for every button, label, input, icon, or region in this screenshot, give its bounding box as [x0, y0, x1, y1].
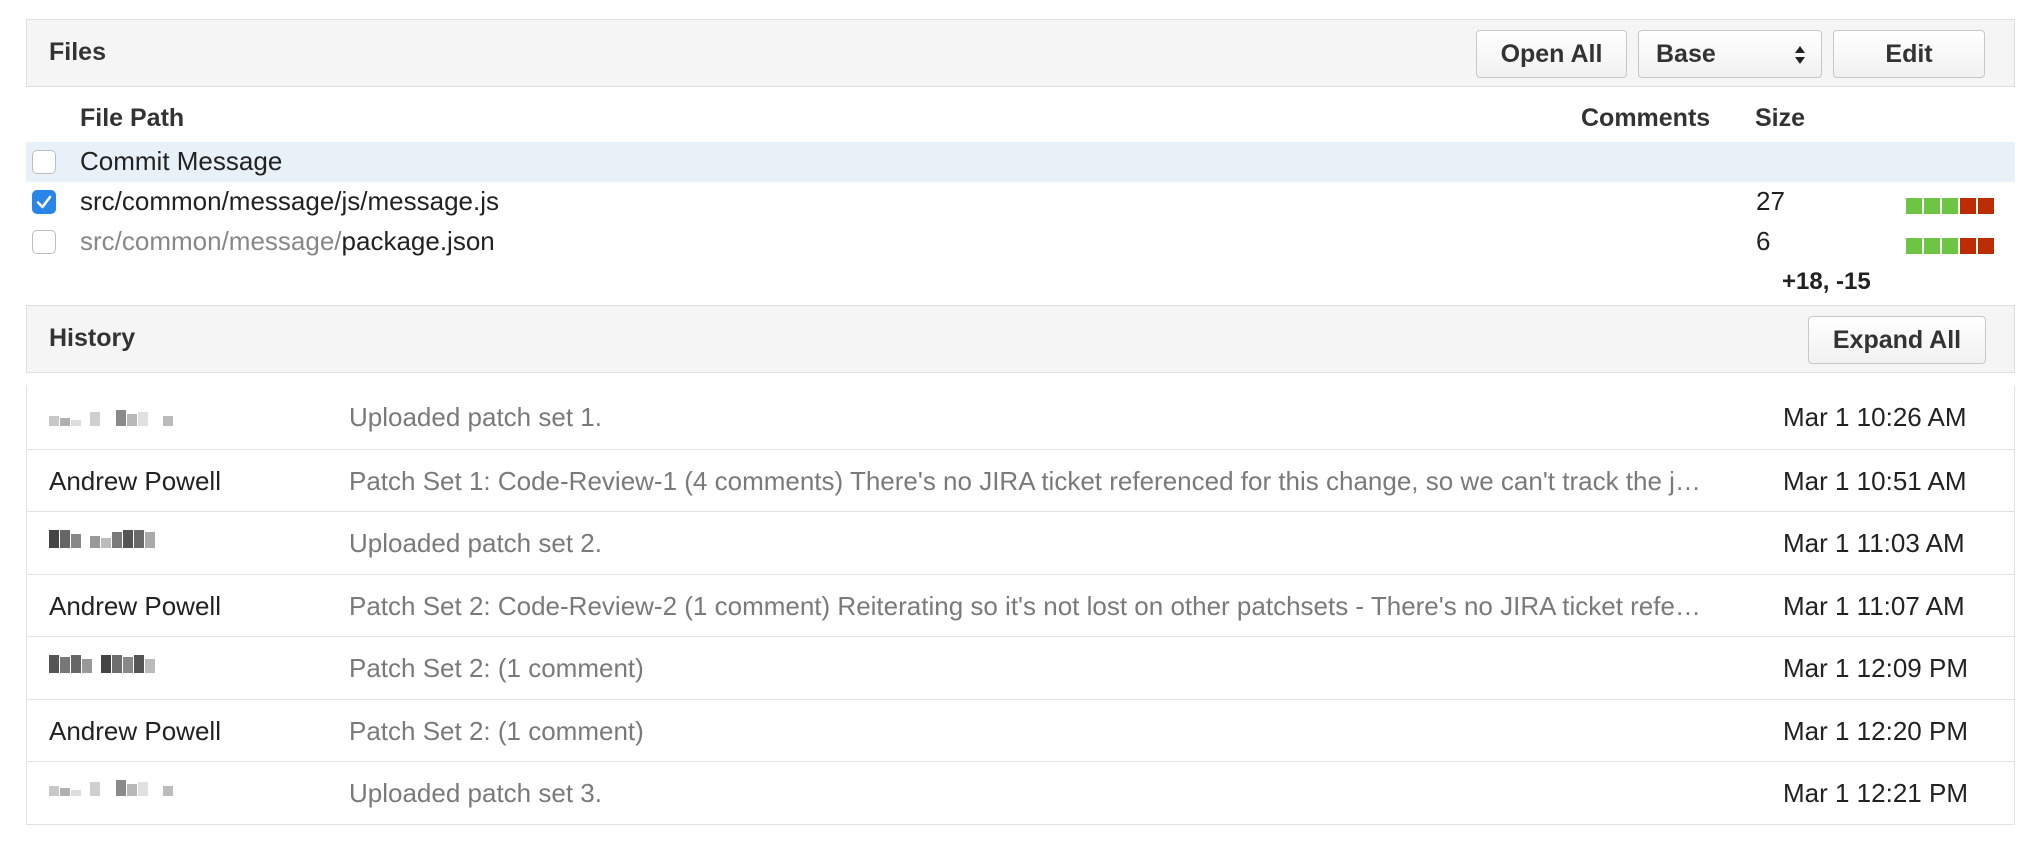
history-date: Mar 1 10:26 AM	[1783, 402, 1967, 432]
size-bar	[1906, 238, 1994, 254]
base-select[interactable]: Base	[1638, 30, 1822, 78]
history-author: Andrew Powell	[49, 590, 221, 621]
history-author: Andrew Powell	[49, 465, 221, 496]
file-name: Commit Message	[80, 146, 283, 176]
history-date: Mar 1 12:20 PM	[1783, 715, 1968, 746]
history-row[interactable]: Andrew Powell Patch Set 2: Code-Review-2…	[27, 573, 2014, 637]
history-date: Mar 1 11:03 AM	[1783, 528, 1965, 558]
file-path[interactable]: Commit Message	[80, 146, 282, 177]
files-header: Files Open All Base Edit	[26, 19, 2015, 87]
history-header: History Expand All	[26, 305, 2015, 373]
open-all-button[interactable]: Open All	[1476, 30, 1627, 78]
redacted-author	[49, 530, 155, 548]
history-message: Uploaded patch set 1.	[349, 402, 602, 432]
expand-all-button[interactable]: Expand All	[1808, 316, 1986, 364]
history-message: Patch Set 2: (1 comment)	[349, 653, 644, 683]
history-message: Patch Set 2: Code-Review-2 (1 comment) R…	[349, 590, 1701, 621]
column-header-comments: Comments	[1581, 104, 1711, 132]
history-date: Mar 1 10:51 AM	[1783, 465, 1967, 496]
redacted-author	[49, 780, 173, 796]
file-reviewed-checkbox[interactable]	[32, 230, 56, 254]
history-date: Mar 1 12:09 PM	[1783, 653, 1968, 683]
file-reviewed-checkbox[interactable]	[32, 150, 56, 174]
history-row[interactable]: Andrew Powell Patch Set 1: Code-Review-1…	[27, 448, 2014, 512]
edit-button[interactable]: Edit	[1833, 30, 1985, 78]
file-name: src/common/message/js/message.js	[80, 186, 500, 216]
file-name: package.json	[341, 226, 495, 256]
history-row[interactable]: Andrew Powell Patch Set 2: (1 comment) M…	[27, 698, 2014, 762]
file-reviewed-checkbox[interactable]	[32, 190, 56, 214]
redacted-author	[49, 404, 173, 426]
history-list: Uploaded patch set 1. Mar 1 10:26 AM And…	[26, 386, 2015, 825]
file-size: 6	[1756, 226, 1771, 256]
base-select-value: Base	[1656, 39, 1716, 68]
history-message: Uploaded patch set 3.	[349, 778, 602, 808]
size-bar	[1906, 198, 1994, 214]
file-row-message-js[interactable]: src/common/message/js/message.js 27	[26, 182, 2015, 222]
file-row-package-json[interactable]: src/common/message/package.json 6	[26, 222, 2015, 262]
history-author: Andrew Powell	[49, 715, 221, 746]
history-row[interactable]: Uploaded patch set 3. Mar 1 12:21 PM	[27, 761, 2014, 824]
column-header-size: Size	[1755, 104, 1806, 132]
history-row[interactable]: Uploaded patch set 2. Mar 1 11:03 AM	[27, 511, 2014, 574]
file-path[interactable]: src/common/message/package.json	[80, 226, 495, 257]
total-delta: +18, -15	[1782, 268, 1871, 295]
checkmark-icon	[36, 195, 52, 209]
history-row[interactable]: Uploaded patch set 1. Mar 1 10:26 AM	[27, 386, 2014, 449]
file-path[interactable]: src/common/message/js/message.js	[80, 186, 499, 217]
column-header-file-path: File Path	[80, 104, 185, 132]
select-arrows-icon	[1795, 46, 1805, 64]
history-date: Mar 1 12:21 PM	[1783, 778, 1968, 808]
history-message: Patch Set 1: Code-Review-1 (4 comments) …	[349, 465, 1701, 496]
file-size: 27	[1756, 186, 1785, 216]
history-date: Mar 1 11:07 AM	[1783, 590, 1965, 621]
redacted-author	[49, 655, 155, 673]
history-title: History	[49, 324, 136, 352]
file-row-commit-message[interactable]: Commit Message	[26, 142, 2015, 182]
history-message: Patch Set 2: (1 comment)	[349, 715, 644, 746]
history-message: Uploaded patch set 2.	[349, 528, 602, 558]
history-row[interactable]: Patch Set 2: (1 comment) Mar 1 12:09 PM	[27, 636, 2014, 699]
file-dir: src/common/message/	[80, 226, 342, 256]
files-title: Files	[49, 38, 106, 66]
